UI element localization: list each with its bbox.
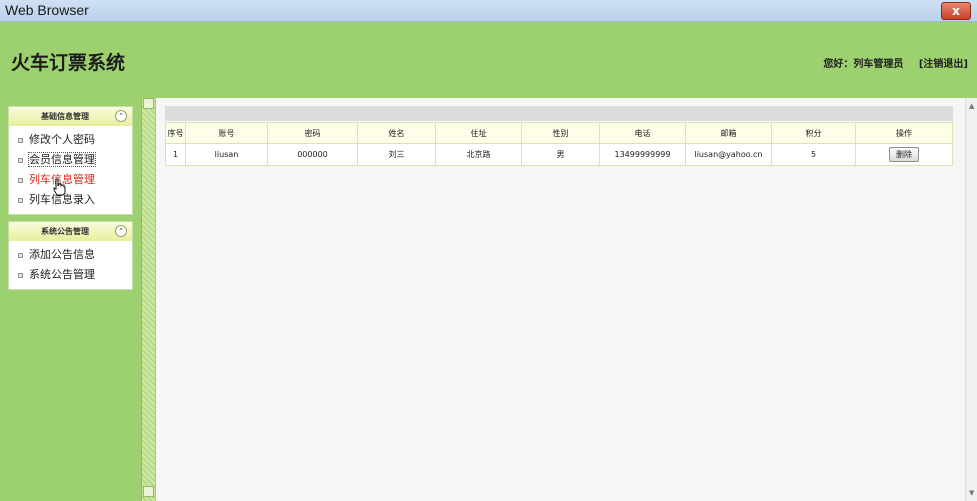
- menu-item-change-password[interactable]: 修改个人密码: [9, 130, 132, 150]
- menu-item-label: 会员信息管理: [28, 152, 96, 167]
- user-area: 您好：列车管理员 [注销退出]: [823, 55, 968, 70]
- close-window-button[interactable]: x: [941, 2, 971, 20]
- cell-address: 北京路: [435, 143, 522, 166]
- window-title: Web Browser: [5, 2, 89, 18]
- menu-item-label: 添加公告信息: [29, 248, 95, 261]
- panel-announcements: 系统公告管理 ⌃ 添加公告信息 系统公告管理: [8, 221, 133, 290]
- panel-announcements-header[interactable]: 系统公告管理 ⌃: [9, 222, 132, 241]
- table-row: 1 liusan 000000 刘三 北京路 男 13499999999 liu…: [165, 143, 953, 166]
- cell-account: liusan: [185, 143, 268, 166]
- main-content: 序号 账号 密码 姓名 住址 性别 电话 邮箱 积分 操作 1 liusan 0…: [156, 98, 965, 501]
- menu-item-add-announcement[interactable]: 添加公告信息: [9, 245, 132, 265]
- scroll-up-icon[interactable]: ▲: [969, 102, 974, 110]
- column-header: 序号: [165, 122, 186, 144]
- sidebar: 基础信息管理 ⌃ 修改个人密码 会员信息管理 列车信息管理 列车信息录入 系统公…: [0, 98, 140, 501]
- column-header: 邮箱: [685, 122, 772, 144]
- panel-basic-info-header[interactable]: 基础信息管理 ⌃: [9, 107, 132, 126]
- bullet-icon: [18, 158, 23, 163]
- hand-cursor-icon: [53, 178, 66, 196]
- menu-item-train-management[interactable]: 列车信息管理: [9, 170, 132, 190]
- column-header: 住址: [435, 122, 522, 144]
- cell-action: 删除: [855, 143, 953, 166]
- bullet-icon: [18, 253, 23, 258]
- collapse-icon[interactable]: ⌃: [115, 225, 127, 237]
- collapse-icon[interactable]: ⌃: [115, 110, 127, 122]
- greeting-text: 您好：列车管理员: [823, 59, 904, 70]
- bullet-icon: [18, 178, 23, 183]
- menu-item-announcement-management[interactable]: 系统公告管理: [9, 265, 132, 285]
- splitter-top-button[interactable]: [143, 98, 154, 109]
- panel-title: 基础信息管理: [41, 112, 89, 121]
- panel-basic-info: 基础信息管理 ⌃ 修改个人密码 会员信息管理 列车信息管理 列车信息录入: [8, 106, 133, 215]
- panel-title: 系统公告管理: [41, 227, 89, 236]
- scroll-down-icon[interactable]: ▼: [969, 489, 974, 497]
- window-titlebar: Web Browser x: [0, 0, 977, 22]
- column-header: 账号: [185, 122, 268, 144]
- menu-item-train-entry[interactable]: 列车信息录入: [9, 190, 132, 210]
- member-table: 序号 账号 密码 姓名 住址 性别 电话 邮箱 积分 操作 1 liusan 0…: [165, 122, 953, 166]
- cell-gender: 男: [521, 143, 600, 166]
- menu-item-label: 修改个人密码: [29, 133, 95, 146]
- column-header: 积分: [771, 122, 856, 144]
- table-header-row: 序号 账号 密码 姓名 住址 性别 电话 邮箱 积分 操作: [165, 122, 953, 144]
- logout-link[interactable]: [注销退出]: [919, 59, 968, 70]
- app-title: 火车订票系统: [11, 52, 126, 74]
- cell-points: 5: [771, 143, 856, 166]
- cell-email: liusan@yahoo.cn: [685, 143, 772, 166]
- cell-name: 刘三: [357, 143, 436, 166]
- column-header: 性别: [521, 122, 600, 144]
- page-header: 火车订票系统 您好：列车管理员 [注销退出]: [0, 22, 977, 98]
- sidebar-splitter[interactable]: [141, 98, 155, 501]
- menu-item-label: 系统公告管理: [29, 268, 95, 281]
- menu-item-member-management[interactable]: 会员信息管理: [9, 150, 132, 170]
- column-header: 密码: [267, 122, 358, 144]
- splitter-bottom-button[interactable]: [143, 486, 154, 497]
- column-header: 电话: [599, 122, 686, 144]
- column-header: 姓名: [357, 122, 436, 144]
- cell-phone: 13499999999: [599, 143, 686, 166]
- content-scrollbar[interactable]: ▲ ▼: [965, 98, 977, 501]
- grid-toolbar: [165, 106, 953, 121]
- column-header: 操作: [855, 122, 953, 144]
- bullet-icon: [18, 273, 23, 278]
- bullet-icon: [18, 138, 23, 143]
- bullet-icon: [18, 198, 23, 203]
- cell-index: 1: [165, 143, 186, 166]
- cell-password: 000000: [267, 143, 358, 166]
- delete-button[interactable]: 删除: [889, 147, 919, 162]
- close-icon: x: [952, 4, 960, 18]
